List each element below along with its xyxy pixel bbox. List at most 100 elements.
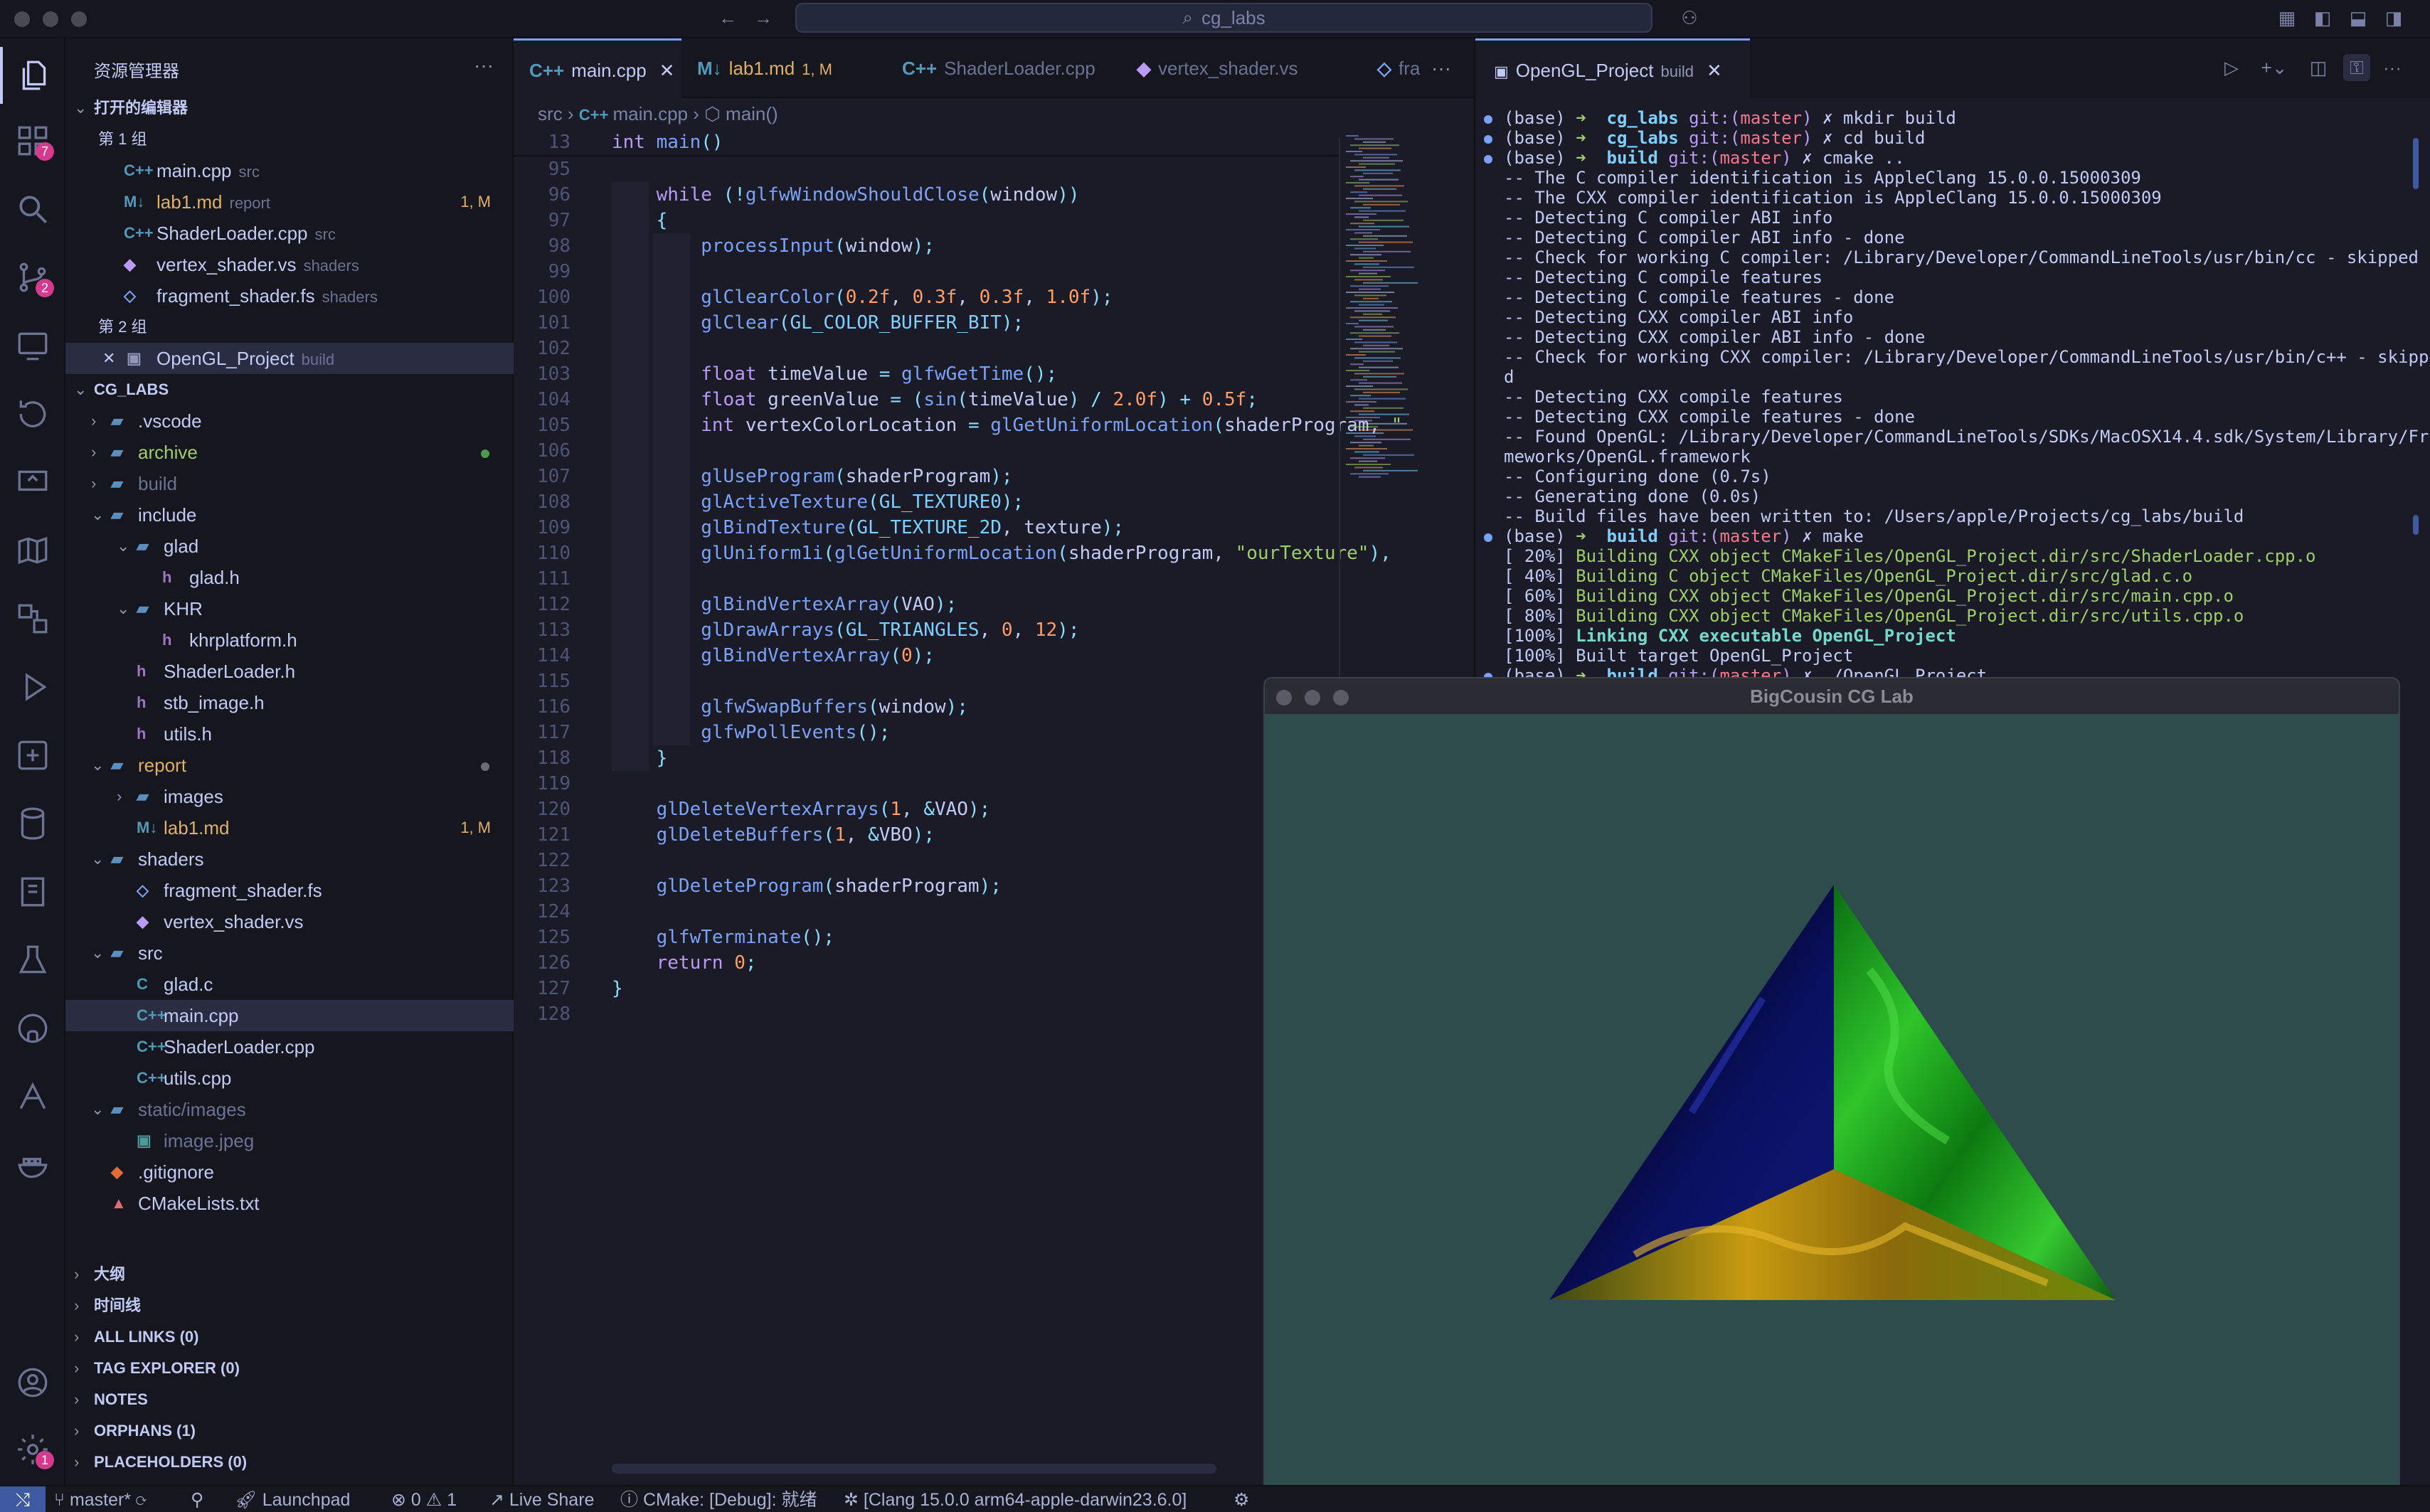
clang-status[interactable]: ✲ [Clang 15.0.0 arm64-apple-darwin23.6.0… [844,1486,1187,1512]
tree-file[interactable]: ◆ vertex_shader.vs [65,906,514,937]
notebook-icon[interactable] [0,863,65,920]
search-icon[interactable] [0,181,65,238]
more-actions-icon[interactable]: ··· [474,54,494,77]
gl-minimize-button[interactable] [1305,690,1320,706]
open-editor-item[interactable]: C++ main.cpp src [65,155,514,186]
tree-folder[interactable]: › ▰ archive [65,437,514,468]
run-icon[interactable]: ▷ [2221,57,2242,78]
tree-file[interactable]: C++ ShaderLoader.cpp [65,1031,514,1063]
tree-file[interactable]: h utils.h [65,718,514,750]
tree-folder[interactable]: ⌄ ▰ KHR [65,593,514,624]
chevron-down-icon[interactable]: ⌄ [91,937,104,969]
tree-file[interactable]: h ShaderLoader.h [65,656,514,687]
outline-icon[interactable] [0,590,65,647]
launchpad-item[interactable]: 🚀︎ Launchpad [235,1486,350,1512]
lock-icon[interactable]: ⚿ [2343,54,2370,81]
horizontal-scrollbar[interactable] [612,1464,1216,1474]
open-editors-header[interactable]: ⌄ 打开的编辑器 [65,92,514,124]
tree-file[interactable]: C++ main.cpp [65,1000,514,1031]
close-icon[interactable]: ✕ [1707,60,1722,81]
code-view[interactable]: 13 int main() 95 96 while (!glfwWindowShoul… [514,129,1402,1474]
tree-file[interactable]: Cglad.c [65,969,514,1000]
chevron-down-icon[interactable]: ⌄ [91,750,104,781]
toggle-sidebar-icon[interactable]: ◧ [2312,7,2333,28]
open-editor-item[interactable]: ✕ ▣ OpenGL_Project build [65,343,514,374]
editor-tab[interactable]: M↓ lab1.md 1, M [681,38,886,98]
source-control-icon[interactable]: 2 [0,249,65,306]
new-terminal-icon[interactable]: +⌄ [2256,57,2292,78]
command-center-search[interactable]: ⌕ cg_labs [795,3,1652,33]
chevron-down-icon[interactable]: ⌄ [91,1094,104,1125]
editor-tab[interactable]: ◇ fra [1362,38,1430,98]
remote-explorer-icon[interactable] [0,317,65,374]
tree-file[interactable]: h glad.h [65,562,514,593]
close-window-button[interactable] [14,11,30,27]
workspace-root[interactable]: ⌄ CG_LABS [65,374,514,405]
tabs-more-icon[interactable]: ··· [1431,57,1451,80]
tree-folder[interactable]: ⌄ ▰ glad [65,531,514,562]
terminal-output[interactable]: (base) ➜ cg_labs git:(master) ✗ mkdir bu… [1475,108,2430,720]
open-editor-item[interactable]: ◆ vertex_shader.vs shaders [65,249,514,280]
back-arrow-icon[interactable]: ← [717,7,738,28]
tree-folder[interactable]: ⌄ ▰ shaders [65,843,514,875]
breadcrumb-folder[interactable]: src [538,103,563,124]
tree-file[interactable]: C++ utils.cpp [65,1063,514,1094]
toggle-panel-icon[interactable]: ⬓ [2347,7,2369,28]
tree-folder[interactable]: › ▰ build [65,468,514,499]
extensions-icon[interactable]: 7 [0,112,65,169]
opengl-window[interactable]: BigCousin CG Lab [1263,677,2400,1512]
tree-folder[interactable]: ⌄ ▰ include [65,499,514,531]
explorer-icon[interactable] [0,47,65,104]
chevron-down-icon[interactable]: ⌄ [91,499,104,531]
timeline-icon[interactable] [0,385,65,442]
tree-folder[interactable]: › ▰ .vscode [65,405,514,437]
docker-icon[interactable] [0,1136,65,1193]
collapsed-panel[interactable]: › 大纲 [65,1259,514,1290]
chevron-right-icon[interactable]: › [91,405,96,437]
collapsed-panel[interactable]: › ORPHANS (1) [65,1415,514,1447]
collapsed-panel[interactable]: › NOTES [65,1384,514,1415]
chevron-right-icon[interactable]: › [91,437,96,468]
terminal-tab[interactable]: ▣ OpenGL_Project build ✕ [1475,38,1750,98]
forward-arrow-icon[interactable]: → [753,7,774,28]
breadcrumb-file[interactable]: main.cpp [612,103,688,124]
settings-gear-icon[interactable]: 1 [0,1421,65,1478]
open-editor-item[interactable]: ◇ fragment_shader.fs shaders [65,280,514,312]
chevron-down-icon[interactable]: ⌄ [91,843,104,875]
run-debug-icon[interactable] [0,659,65,715]
close-icon[interactable]: ✕ [102,343,115,374]
gl-close-button[interactable] [1276,690,1292,706]
more-actions-icon[interactable]: ··· [2382,57,2403,78]
remote-indicator-icon[interactable]: ⤭ [0,1486,46,1512]
collapsed-panel[interactable]: › ALL LINKS (0) [65,1321,514,1353]
cmake-status[interactable]: ⓘ CMake: [Debug]: 就绪 [620,1486,817,1512]
database-icon[interactable] [0,795,65,852]
gl-maximize-button[interactable] [1333,690,1349,706]
live-share-status[interactable]: ↗ Live Share [489,1486,594,1512]
tree-file[interactable]: ◇ fragment_shader.fs [65,875,514,906]
tree-folder[interactable]: ⌄ ▰ src [65,937,514,969]
git-graph-icon[interactable]: ⚲ [191,1486,203,1512]
map-icon[interactable] [0,522,65,579]
editor-tab[interactable]: ◆ vertex_shader.vs [1121,38,1362,98]
chevron-right-icon[interactable]: › [117,781,122,812]
open-editor-item[interactable]: C++ ShaderLoader.cpp src [65,218,514,249]
collapsed-panel[interactable]: › PLACEHOLDERS (0) [65,1447,514,1478]
tree-folder[interactable]: ⌄ ▰ static/images [65,1094,514,1125]
collapsed-panel[interactable]: › 时间线 [65,1290,514,1321]
github-icon[interactable] [0,1000,65,1057]
tree-file[interactable]: h stb_image.h [65,687,514,718]
testing-icon[interactable] [0,932,65,989]
tree-folder[interactable]: › ▰ images [65,781,514,812]
breadcrumb-symbol[interactable]: main() [726,103,778,124]
maximize-window-button[interactable] [71,11,87,27]
customize-layout-icon[interactable]: ▦ [2276,7,2298,28]
editor-tab[interactable]: C++ main.cpp ✕ [514,38,681,98]
tree-folder[interactable]: ⌄ ▰ report [65,750,514,781]
chevron-right-icon[interactable]: › [91,468,96,499]
split-terminal-icon[interactable]: ◫ [2308,57,2329,78]
collapsed-panel[interactable]: › TAG EXPLORER (0) [65,1353,514,1384]
accounts-icon[interactable] [0,1354,65,1411]
editor-tab[interactable]: C++ ShaderLoader.cpp [886,38,1121,98]
copilot-icon[interactable]: ⚇ [1673,7,1706,28]
